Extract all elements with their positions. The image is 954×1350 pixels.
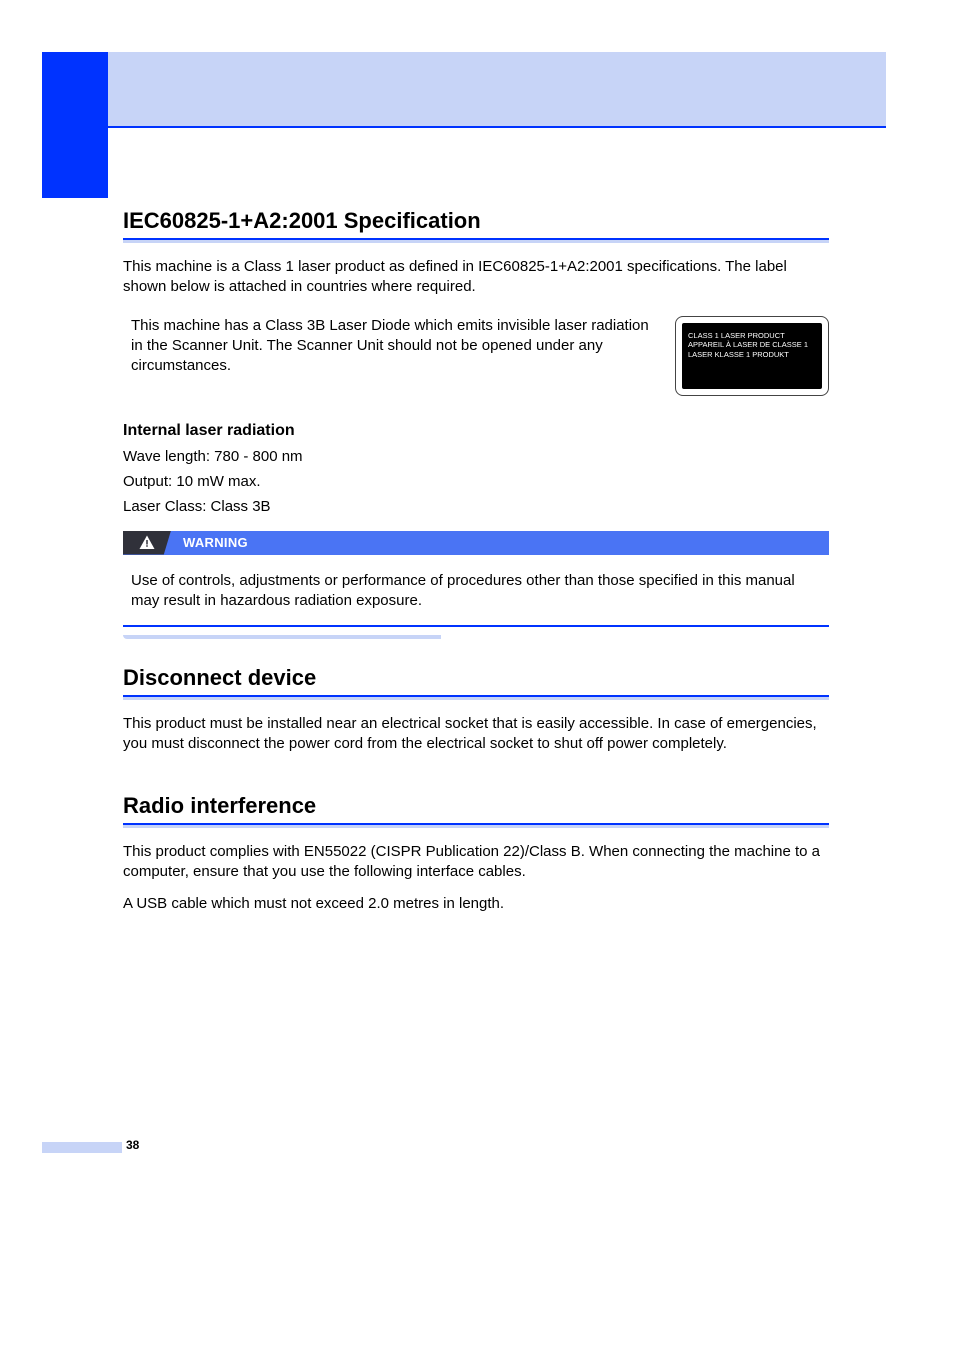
page-number: 38	[126, 1138, 139, 1152]
warning-close-line	[123, 625, 829, 627]
section-title-disconnect: Disconnect device	[123, 665, 829, 691]
warning-body: Use of controls, adjustments or performa…	[131, 571, 821, 612]
page-number-bar	[42, 1142, 122, 1153]
warning-label: WARNING	[171, 535, 248, 550]
laser-label-line-2: APPAREIL À LASER DE CLASSE 1	[688, 340, 816, 350]
section-title-iec: IEC60825-1+A2:2001 Specification	[123, 208, 829, 234]
disconnect-body: This product must be installed near an e…	[123, 714, 829, 755]
laser-label-inner: CLASS 1 LASER PRODUCT APPAREIL À LASER D…	[682, 323, 822, 389]
warning-banner: WARNING	[123, 531, 829, 555]
section-title-underline	[123, 823, 829, 828]
spec-wave: Wave length: 780 - 800 nm	[123, 448, 829, 465]
warning-close-fade	[123, 635, 441, 639]
page-content: IEC60825-1+A2:2001 Specification This ma…	[123, 208, 829, 926]
laser-label-box: CLASS 1 LASER PRODUCT APPAREIL À LASER D…	[675, 316, 829, 396]
laser-label-line-1: CLASS 1 LASER PRODUCT	[688, 331, 816, 341]
internal-heading: Internal laser radiation	[123, 422, 829, 440]
spec-class: Laser Class: Class 3B	[123, 498, 829, 515]
header-band	[108, 52, 886, 128]
radio-body-2: A USB cable which must not exceed 2.0 me…	[123, 894, 829, 914]
radio-body-1: This product complies with EN55022 (CISP…	[123, 842, 829, 883]
spec-output: Output: 10 mW max.	[123, 473, 829, 490]
section-title-underline	[123, 695, 829, 700]
warning-icon	[123, 531, 171, 555]
laser-label-line-3: LASER KLASSE 1 PRODUKT	[688, 350, 816, 360]
section-title-radio: Radio interference	[123, 793, 829, 819]
section-title-underline	[123, 238, 829, 243]
diode-row: This machine has a Class 3B Laser Diode …	[131, 316, 829, 396]
header-underline	[108, 126, 886, 128]
diode-text: This machine has a Class 3B Laser Diode …	[131, 316, 651, 377]
iec-intro: This machine is a Class 1 laser product …	[123, 257, 829, 298]
chapter-tab	[42, 52, 108, 198]
